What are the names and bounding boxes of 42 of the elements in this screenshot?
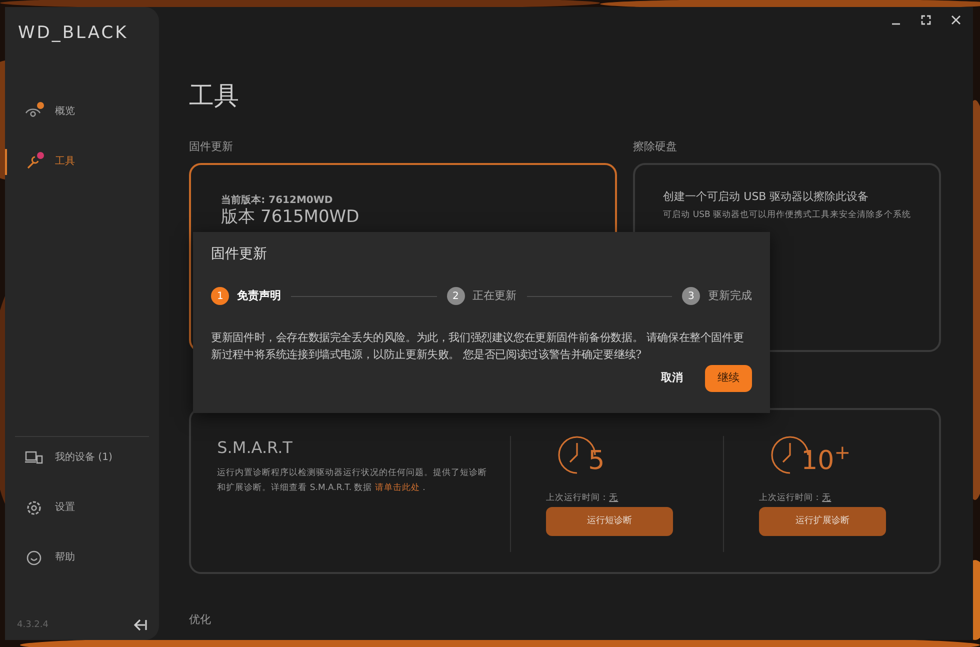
section-label: 优化 bbox=[189, 612, 212, 628]
step-number: 3 bbox=[682, 287, 700, 305]
step-label: 免责声明 bbox=[237, 288, 282, 304]
step-label: 更新完成 bbox=[708, 288, 752, 304]
card-text: 运行内置诊断程序以检测驱动器运行状况的任何问题。提供了短诊断和扩展诊断。详细查看 S.M.A.R.T. 数据 请单击此处 . bbox=[217, 466, 488, 496]
card-text: 可启动 USB 驱动器也可以用作便携式工具来安全清除多个系统 bbox=[663, 208, 911, 222]
last-run-value: 无 bbox=[822, 492, 832, 505]
sidebar-item[interactable]: 概览 bbox=[5, 98, 160, 124]
last-run-value: 无 bbox=[609, 492, 618, 505]
card-title: S.M.A.R.T bbox=[217, 437, 294, 459]
run-test-button[interactable]: 运行扩展诊断 bbox=[759, 506, 886, 536]
details-link[interactable]: 请单击此处 bbox=[374, 483, 420, 494]
sidebar-item[interactable]: 帮助 bbox=[5, 544, 160, 570]
page-title: 工具 bbox=[189, 80, 240, 112]
continue-button[interactable]: 继续 bbox=[705, 365, 752, 392]
duration-value: 10$^{+}$ bbox=[801, 448, 851, 474]
sidebar-item[interactable]: 设置 bbox=[5, 494, 160, 520]
step-label: 正在更新 bbox=[472, 288, 517, 304]
logo: WD_BLACK bbox=[17, 22, 130, 45]
smile-icon bbox=[25, 550, 43, 566]
run-test-button[interactable]: 运行短诊断 bbox=[546, 506, 674, 536]
card-title: 创建一个可启动 USB 驱动器以擦除此设备 bbox=[663, 189, 870, 205]
collapse-icon[interactable] bbox=[133, 619, 148, 632]
sidebar-item[interactable]: 我的设备 (1) bbox=[5, 444, 160, 470]
step-number: 2 bbox=[446, 287, 465, 305]
cancel-button[interactable]: 取消 bbox=[655, 369, 690, 388]
section-label: 固件更新 bbox=[189, 138, 234, 154]
devices-icon bbox=[25, 450, 43, 466]
dialog-title: 固件更新 bbox=[211, 245, 268, 264]
dialog-message: 更新固件时，会存在数据完全丢失的风险。为此，我们强烈建议您在更新固件前备份数据。 请确保在整个固件更新过程中将系统连接到墙式电源，以防止更新失败。 您是否已阅读过该警告并确定要继续? bbox=[211, 330, 745, 364]
maximize-icon[interactable] bbox=[919, 13, 933, 27]
last-run-label: 上次运行时间： bbox=[759, 492, 822, 505]
step-number: 1 bbox=[211, 287, 230, 305]
settings-icon bbox=[25, 500, 43, 516]
duration-value: 5 bbox=[588, 448, 605, 474]
close-icon[interactable] bbox=[949, 13, 963, 27]
new-version: 版本 7615M0WD bbox=[221, 208, 360, 227]
version-text: 4.3.2.4 bbox=[17, 618, 48, 632]
last-run-label: 上次运行时间： bbox=[546, 492, 610, 505]
sidebar-item[interactable]: 工具 bbox=[5, 148, 160, 174]
current-version: 当前版本: 7612M0WD bbox=[221, 194, 334, 208]
section-label: 擦除硬盘 bbox=[633, 138, 678, 154]
